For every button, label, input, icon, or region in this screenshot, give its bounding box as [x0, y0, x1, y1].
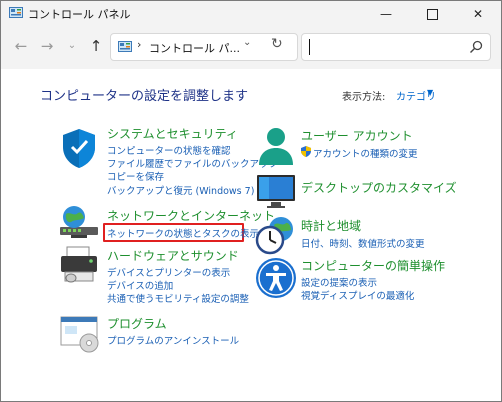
search-icon[interactable] [468, 39, 484, 55]
category-user-accounts[interactable]: ユーザー アカウント [301, 127, 413, 144]
category-network-internet[interactable]: ネットワークとインターネット [107, 207, 275, 224]
maximize-icon [426, 9, 438, 20]
up-button[interactable]: ↑ [85, 35, 107, 57]
category-ease-of-access[interactable]: コンピューターの簡単操作 [301, 257, 445, 274]
window-title: コントロール パネル [28, 8, 131, 21]
breadcrumb[interactable]: コントロール パ... [149, 40, 240, 56]
control-panel-window: コントロール パネル — ✕ ← → ⌄ ↑ › コントロール パ... ⌄ ↻ [0, 0, 502, 402]
programs-icon[interactable] [59, 313, 101, 353]
chevron-down-icon[interactable]: ▼ [427, 88, 433, 97]
minimize-button[interactable]: — [363, 1, 409, 27]
control-panel-icon [118, 41, 132, 52]
link-suggested-settings[interactable]: 設定の提案の表示 [301, 275, 377, 289]
recent-locations-button[interactable]: ⌄ [61, 35, 83, 57]
view-by-label: 表示方法: [342, 92, 386, 103]
clock-globe-icon[interactable] [255, 215, 297, 255]
category-clock-region[interactable]: 時計と地域 [301, 217, 361, 234]
link-optimize-visual-display[interactable]: 視覚ディスプレイの最適化 [301, 288, 414, 302]
link-uninstall-program[interactable]: プログラムのアンインストール [107, 333, 239, 347]
text-cursor [309, 39, 310, 55]
link-backup-restore[interactable]: バックアップと復元 (Windows 7) [107, 183, 254, 197]
link-file-history-backup[interactable]: ファイル履歴でファイルのバックアップ [107, 156, 278, 170]
category-hardware-sound[interactable]: ハードウェアとサウンド [107, 247, 239, 264]
control-panel-icon [9, 7, 23, 18]
forward-button[interactable]: → [36, 35, 58, 57]
link-devices-printers[interactable]: デバイスとプリンターの表示 [107, 265, 230, 279]
refresh-button[interactable]: ↻ [271, 36, 283, 52]
category-desktop-customization[interactable]: デスクトップのカスタマイズ [301, 179, 457, 196]
uac-shield-icon [301, 146, 311, 157]
back-button[interactable]: ← [10, 35, 32, 57]
link-add-device[interactable]: デバイスの追加 [107, 278, 173, 292]
navigation-bar: ← → ⌄ ↑ › コントロール パ... ⌄ ↻ [1, 29, 501, 67]
network-globe-icon[interactable] [57, 203, 101, 247]
address-dropdown-button[interactable]: ⌄ [243, 37, 251, 48]
link-mobility-settings[interactable]: 共通で使うモビリティ設定の調整 [107, 291, 249, 305]
link-check-computer-status[interactable]: コンピューターの状態を確認 [107, 143, 231, 157]
address-bar[interactable]: › コントロール パ... ⌄ ↻ [110, 33, 298, 61]
accessibility-icon[interactable] [255, 257, 297, 299]
link-date-time-format[interactable]: 日付、時刻、数値形式の変更 [301, 236, 425, 250]
monitor-icon[interactable] [255, 173, 297, 211]
shield-icon[interactable] [59, 127, 99, 169]
link-save-copy[interactable]: コピーを保存 [107, 169, 164, 183]
main-content: コンピューターの設定を調整します 表示方法: カテゴリ ▼ システムとセキュリテ… [1, 69, 501, 401]
printer-icon[interactable] [57, 245, 101, 285]
link-network-status-tasks[interactable]: ネットワークの状態とタスクの表示 [107, 226, 259, 240]
category-system-security[interactable]: システムとセキュリティ [107, 125, 238, 142]
maximize-button[interactable] [409, 1, 455, 27]
page-title: コンピューターの設定を調整します [40, 89, 249, 104]
user-icon[interactable] [255, 125, 297, 167]
link-change-account-type[interactable]: アカウントの種類の変更 [313, 146, 418, 160]
title-bar: コントロール パネル — ✕ [1, 1, 501, 27]
close-button[interactable]: ✕ [455, 1, 501, 27]
search-input[interactable] [301, 33, 491, 61]
category-programs[interactable]: プログラム [107, 315, 167, 332]
breadcrumb-separator[interactable]: › [137, 38, 141, 51]
